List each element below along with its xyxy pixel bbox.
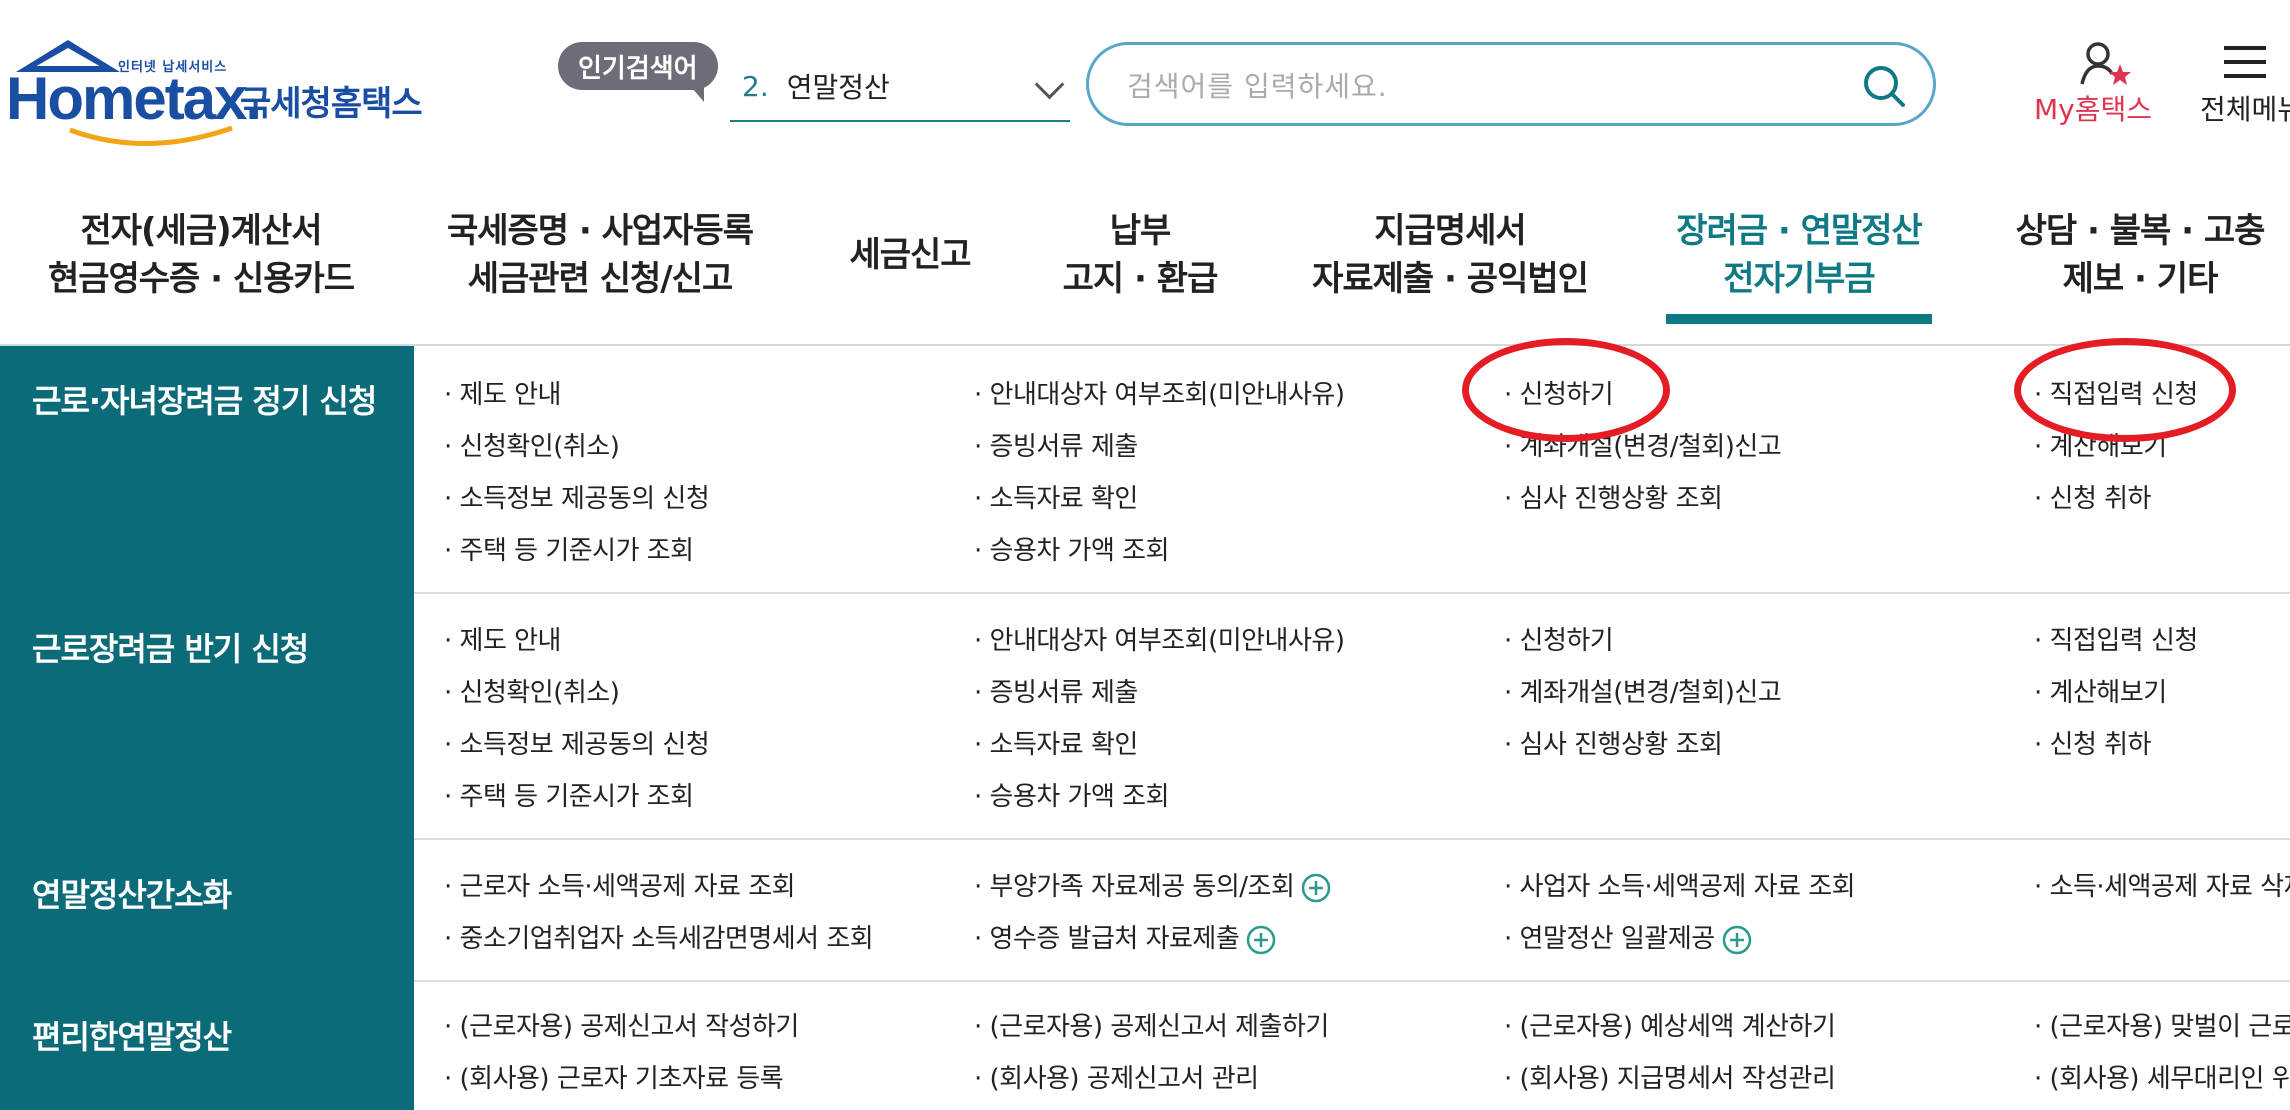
user-star-icon <box>2080 42 2131 85</box>
my-hometax-label: My홈택스 <box>2034 93 2153 126</box>
menu-link[interactable]: · 신청확인(취소) <box>444 426 620 463</box>
menu-link[interactable]: · 근로자 소득·세액공제 자료 조회 <box>444 866 796 903</box>
menu-link[interactable]: · (회사용) 근로자 기초자료 등록 <box>444 1058 784 1095</box>
popular-search-term: 연말정산 <box>786 71 890 104</box>
menu-link[interactable]: · (근로자용) 예상세액 계산하기 <box>1504 1006 1836 1043</box>
tab-payment-statement[interactable]: 지급명세서 자료제출 · 공익법인 <box>1300 200 1600 310</box>
tab-tax-return[interactable]: 세금신고 <box>820 200 1000 310</box>
all-menu-label: 전체메뉴 <box>2200 93 2290 126</box>
section-title: 연말정산간소화 <box>0 840 414 982</box>
menu-link[interactable]: · 안내대상자 여부조회(미안내사유) <box>974 620 1345 657</box>
plus-circle-icon[interactable] <box>1300 872 1332 904</box>
menu-link[interactable]: · 신청하기 <box>1504 620 1614 657</box>
tab-label-line2: 전자기부금 <box>1723 259 1875 299</box>
my-hometax-button[interactable]: My홈택스 <box>2020 36 2200 126</box>
menu-link[interactable]: · 증빙서류 제출 <box>974 426 1138 463</box>
menu-link-label: · 부양가족 자료제공 동의/조회 <box>974 872 1295 902</box>
tab-label-line1: 전자(세금)계산서 <box>80 211 322 251</box>
menu-link[interactable]: · 사업자 소득·세액공제 자료 조회 <box>1504 866 1856 903</box>
section-title: 근로장려금 반기 신청 <box>0 594 414 840</box>
menu-link[interactable]: · 소득정보 제공동의 신청 <box>444 724 710 761</box>
menu-link[interactable]: · 신청 취하 <box>2034 724 2151 761</box>
menu-link[interactable]: · 계산해보기 <box>2034 672 2167 709</box>
tab-label-line1: 장려금 · 연말정산 <box>1676 211 1923 251</box>
menu-link[interactable]: · 신청 취하 <box>2034 478 2151 515</box>
menu-link[interactable]: · 소득자료 확인 <box>974 478 1138 515</box>
menu-link[interactable]: · 중소기업취업자 소득세감면명세서 조회 <box>444 918 874 955</box>
tab-label-line2: 현금영수증 · 신용카드 <box>47 259 355 299</box>
tab-incentive-year-end[interactable]: 장려금 · 연말정산 전자기부금 <box>1654 200 1944 310</box>
chevron-down-icon <box>1034 69 1065 100</box>
menu-link[interactable]: · (근로자용) 공제신고서 작성하기 <box>444 1006 799 1043</box>
hamburger-menu-icon <box>2224 46 2266 78</box>
active-tab-indicator <box>1666 314 1932 324</box>
section-earned-incentive-half-year: 근로장려금 반기 신청 · 제도 안내 · 신청확인(취소) · 소득정보 제공… <box>0 594 2290 840</box>
menu-link[interactable]: · 신청확인(취소) <box>444 672 620 709</box>
menu-link[interactable]: · (회사용) 세무대리인 위임 <box>2034 1058 2290 1095</box>
tab-certificates[interactable]: 국세증명 · 사업자등록 세금관련 신청/신고 <box>430 200 770 310</box>
section-title: 근로·자녀장려금 정기 신청 <box>0 346 414 594</box>
menu-link[interactable]: · 승용차 가액 조회 <box>974 776 1170 813</box>
tab-label-line2: 세금관련 신청/신고 <box>467 259 733 299</box>
menu-link[interactable]: · 주택 등 기준시가 조회 <box>444 530 694 567</box>
menu-link[interactable]: · 승용차 가액 조회 <box>974 530 1170 567</box>
plus-circle-icon[interactable] <box>1245 924 1277 956</box>
menu-link-label: · 연말정산 일괄제공 <box>1504 924 1715 954</box>
menu-link[interactable]: · 영수증 발급처 자료제출 <box>974 918 1277 956</box>
plus-circle-icon[interactable] <box>1721 924 1753 956</box>
menu-link[interactable]: · 증빙서류 제출 <box>974 672 1138 709</box>
tab-label-line1: 세금신고 <box>849 235 971 275</box>
tab-label-line1: 상담 · 불복 · 고충 <box>2015 211 2266 251</box>
tab-consultation[interactable]: 상담 · 불복 · 고충 제보 · 기타 <box>2000 200 2280 310</box>
tab-label-line2: 제보 · 기타 <box>2062 259 2219 299</box>
menu-link[interactable]: · 연말정산 일괄제공 <box>1504 918 1753 956</box>
menu-link-direct-input-apply[interactable]: · 직접입력 신청 <box>2034 374 2198 411</box>
menu-link[interactable]: · 안내대상자 여부조회(미안내사유) <box>974 374 1345 411</box>
menu-link[interactable]: · 주택 등 기준시가 조회 <box>444 776 694 813</box>
menu-link[interactable]: · 제도 안내 <box>444 374 561 411</box>
tab-label-line1: 국세증명 · 사업자등록 <box>446 211 754 251</box>
section-convenient-year-end: 편리한연말정산 · (근로자용) 공제신고서 작성하기 · (회사용) 근로자 … <box>0 982 2290 1110</box>
menu-link[interactable]: · 심사 진행상황 조회 <box>1504 724 1723 761</box>
menu-link[interactable]: · 소득자료 확인 <box>974 724 1138 761</box>
menu-link[interactable]: · 계좌개설(변경/철회)신고 <box>1504 672 1782 709</box>
tab-label-line1: 납부 <box>1109 211 1172 251</box>
section-earned-child-incentive-regular: 근로·자녀장려금 정기 신청 · 제도 안내 · 신청확인(취소) · 소득정보… <box>0 338 2290 594</box>
menu-link[interactable]: · 계산해보기 <box>2034 426 2167 463</box>
menu-link[interactable]: · 소득·세액공제 자료 삭제 <box>2034 866 2290 903</box>
menu-link[interactable]: · 직접입력 신청 <box>2034 620 2198 657</box>
popular-search-badge: 인기검색어 <box>558 42 718 102</box>
menu-link[interactable]: · 계좌개설(변경/철회)신고 <box>1504 426 1782 463</box>
menu-link-label: · 영수증 발급처 자료제출 <box>974 924 1240 954</box>
tab-label-line2: 자료제출 · 공익법인 <box>1312 259 1589 299</box>
search-input[interactable] <box>1125 63 1809 109</box>
menu-link[interactable]: · 심사 진행상황 조회 <box>1504 478 1723 515</box>
menu-link[interactable]: · (회사용) 지급명세서 작성관리 <box>1504 1058 1836 1095</box>
menu-link[interactable]: · (회사용) 공제신고서 관리 <box>974 1058 1259 1095</box>
tab-label-line2: 고지 · 환급 <box>1062 259 1219 299</box>
section-title: 편리한연말정산 <box>0 982 414 1110</box>
all-menu-button[interactable]: 전체메뉴 <box>2198 36 2290 126</box>
search-icon[interactable] <box>1861 63 1907 109</box>
menu-link-apply[interactable]: · 신청하기 <box>1504 374 1614 411</box>
tab-e-invoice[interactable]: 전자(세금)계산서 현금영수증 · 신용카드 <box>36 200 366 310</box>
popular-search-rank: 2. <box>742 69 769 103</box>
tab-label-line1: 지급명세서 <box>1374 211 1526 251</box>
logo-korean-name: 국세청홈택스 <box>240 84 423 124</box>
logo-wordmark: Hometax. <box>6 65 262 132</box>
menu-link[interactable]: · 소득정보 제공동의 신청 <box>444 478 710 515</box>
menu-link[interactable]: · 제도 안내 <box>444 620 561 657</box>
section-year-end-simplified: 연말정산간소화 · 근로자 소득·세액공제 자료 조회 · 중소기업취업자 소득… <box>0 840 2290 982</box>
menu-link[interactable]: · (근로자용) 공제신고서 제출하기 <box>974 1006 1329 1043</box>
menu-link[interactable]: · (근로자용) 맞벌이 근로자 <box>2034 1006 2290 1043</box>
menu-link[interactable]: · 부양가족 자료제공 동의/조회 <box>974 866 1332 904</box>
tab-payment[interactable]: 납부 고지 · 환급 <box>1040 200 1240 310</box>
popular-search-dropdown[interactable]: 2. 연말정산 <box>730 52 1070 122</box>
search-bar <box>1086 42 1936 126</box>
